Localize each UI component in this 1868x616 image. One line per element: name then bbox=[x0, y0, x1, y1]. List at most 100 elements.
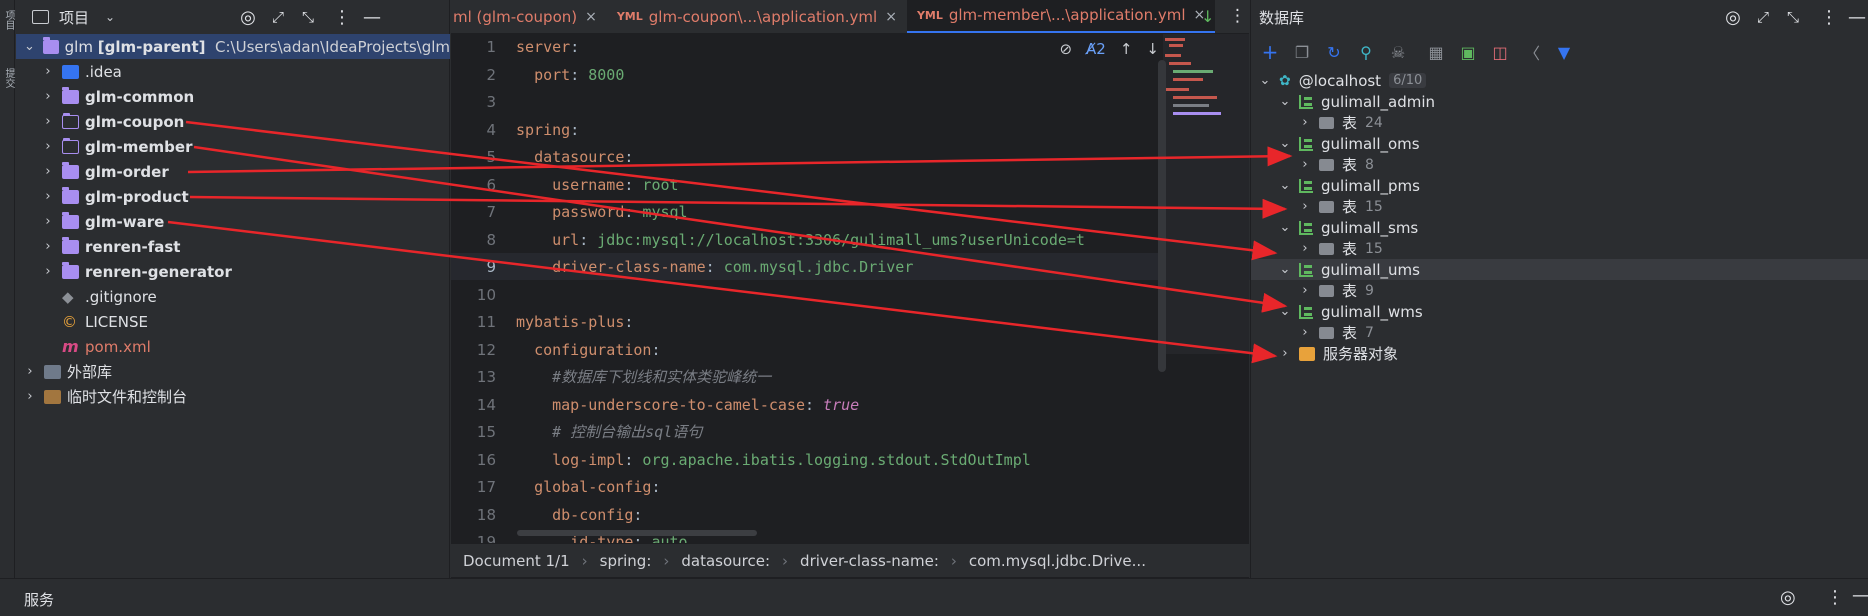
tree-item[interactable]: m pom.xml bbox=[16, 334, 450, 359]
expand-all-icon[interactable]: ⤢ bbox=[1749, 3, 1777, 31]
tree-item[interactable]: › glm-coupon bbox=[16, 109, 450, 134]
vertical-scrollbar[interactable] bbox=[1158, 60, 1166, 372]
chevron-down-icon[interactable]: ⌄ bbox=[1277, 220, 1293, 235]
chevron-down-icon[interactable]: ⌄ bbox=[1277, 262, 1293, 277]
skull-icon[interactable]: ☠ bbox=[1387, 41, 1409, 63]
more-options-icon[interactable]: ⋮ bbox=[1229, 6, 1246, 26]
chevron-right-icon[interactable]: › bbox=[40, 264, 56, 279]
chevron-right-icon[interactable]: › bbox=[40, 189, 56, 204]
chevron-right-icon[interactable]: › bbox=[1297, 199, 1313, 214]
chevron-down-icon[interactable]: ⌄ bbox=[105, 10, 115, 24]
db-schema-node[interactable]: ⌄ gulimall_wms bbox=[1251, 301, 1868, 322]
locate-target-icon[interactable]: ◎ bbox=[234, 3, 262, 31]
tree-root[interactable]: ⌄ glm [glm-parent] C:\Users\adan\IdeaPro… bbox=[16, 34, 450, 59]
minimize-icon[interactable]: — bbox=[1852, 585, 1868, 606]
db-schema-node[interactable]: ⌄ gulimall_pms bbox=[1251, 175, 1868, 196]
chevron-down-icon[interactable]: ⌄ bbox=[1277, 94, 1293, 109]
sql-file-icon[interactable]: ▣ bbox=[1457, 41, 1479, 63]
add-icon[interactable]: + bbox=[1259, 40, 1281, 64]
breadcrumb-item[interactable]: spring: bbox=[588, 552, 664, 570]
chevron-right-icon[interactable]: › bbox=[40, 214, 56, 229]
project-header-title[interactable]: 项目 bbox=[59, 7, 89, 28]
editor-tab-active[interactable]: YML glm-member\...\application.yml × bbox=[906, 0, 1216, 33]
chevron-right-icon[interactable]: › bbox=[40, 239, 56, 254]
copy-icon[interactable]: ❐ bbox=[1291, 41, 1313, 63]
db-schema-node[interactable]: ⌄ gulimall_oms bbox=[1251, 133, 1868, 154]
chevron-right-icon[interactable]: › bbox=[40, 139, 56, 154]
chevron-right-icon[interactable]: › bbox=[40, 64, 56, 79]
chevron-down-icon[interactable]: ⌄ bbox=[1277, 304, 1293, 319]
tree-item[interactable]: › renren-generator bbox=[16, 259, 450, 284]
download-arrow-icon[interactable]: ↓ bbox=[1201, 7, 1214, 26]
locate-target-icon[interactable]: ◎ bbox=[1719, 3, 1747, 31]
tree-item[interactable]: › renren-fast bbox=[16, 234, 450, 259]
db-schema-node[interactable]: ⌄ gulimall_ums bbox=[1251, 259, 1868, 280]
stripe-commit-tab[interactable]: 提交 bbox=[1, 68, 14, 88]
chevron-right-icon[interactable]: › bbox=[40, 164, 56, 179]
locate-target-icon[interactable]: ◎ bbox=[1780, 587, 1796, 608]
reader-mode-icon[interactable]: ⊘ bbox=[1059, 40, 1072, 58]
more-options-icon[interactable]: ⋮ bbox=[1815, 3, 1843, 31]
db-tables-node[interactable]: › 表 24 bbox=[1251, 112, 1868, 133]
chevron-down-icon[interactable]: ⌄ bbox=[1277, 136, 1293, 151]
more-options-icon[interactable]: ⋮ bbox=[328, 3, 356, 31]
db-tables-node[interactable]: › 表 15 bbox=[1251, 238, 1868, 259]
console-icon[interactable]: 〈 bbox=[1521, 41, 1543, 63]
tree-item[interactable]: › glm-ware bbox=[16, 209, 450, 234]
minimize-icon[interactable]: — bbox=[358, 3, 386, 31]
db-schema-node[interactable]: ⌄ gulimall_admin bbox=[1251, 91, 1868, 112]
tree-item[interactable]: › .idea bbox=[16, 59, 450, 84]
chevron-right-icon[interactable]: › bbox=[1297, 283, 1313, 298]
close-icon[interactable]: × bbox=[885, 9, 897, 25]
breadcrumb-item[interactable]: driver-class-name: bbox=[788, 552, 951, 570]
table-icon[interactable]: ▦ bbox=[1425, 41, 1447, 63]
tree-item[interactable]: ◆ .gitignore bbox=[16, 284, 450, 309]
db-tables-node[interactable]: › 表 8 bbox=[1251, 154, 1868, 175]
chevron-right-icon[interactable]: › bbox=[22, 364, 38, 379]
db-tables-node[interactable]: › 表 7 bbox=[1251, 322, 1868, 343]
breadcrumb-item[interactable]: com.mysql.jdbc.Drive... bbox=[957, 552, 1158, 570]
chevron-right-icon[interactable]: › bbox=[1297, 241, 1313, 256]
expand-all-icon[interactable]: ⤢ bbox=[264, 3, 292, 31]
close-icon[interactable]: × bbox=[585, 9, 597, 25]
chevron-down-icon[interactable]: ⌄ bbox=[1257, 73, 1273, 88]
db-tables-node[interactable]: › 表 15 bbox=[1251, 196, 1868, 217]
stripe-project-tab[interactable]: 项目 bbox=[1, 10, 14, 30]
chevron-right-icon[interactable]: › bbox=[40, 89, 56, 104]
breadcrumb-item[interactable]: datasource: bbox=[669, 552, 782, 570]
tree-item[interactable]: › glm-product bbox=[16, 184, 450, 209]
tree-item[interactable]: › glm-common bbox=[16, 84, 450, 109]
breadcrumb-item[interactable]: Document 1/1 bbox=[451, 552, 582, 570]
chevron-right-icon[interactable]: › bbox=[40, 114, 56, 129]
refresh-icon[interactable]: ↻ bbox=[1323, 41, 1345, 63]
minimize-icon[interactable]: — bbox=[1843, 3, 1868, 31]
tree-item[interactable]: › glm-member bbox=[16, 134, 450, 159]
inspection-widget[interactable]: A̸2 bbox=[1086, 40, 1106, 58]
collapse-all-icon[interactable]: ⤡ bbox=[294, 3, 322, 31]
tree-external-libs[interactable]: › 外部库 bbox=[16, 359, 450, 384]
db-schema-node[interactable]: ⌄ gulimall_sms bbox=[1251, 217, 1868, 238]
arrow-up-icon[interactable]: ↑ bbox=[1120, 40, 1133, 58]
horizontal-scrollbar[interactable] bbox=[517, 530, 757, 536]
db-host-node[interactable]: ⌄ ✿ @localhost 6/10 bbox=[1251, 70, 1868, 91]
minimap[interactable] bbox=[1163, 34, 1249, 354]
db-server-objects-node[interactable]: › 服务器对象 bbox=[1251, 343, 1868, 364]
arrow-down-icon[interactable]: ↓ bbox=[1146, 40, 1159, 58]
chevron-right-icon[interactable]: › bbox=[1297, 115, 1313, 130]
collapse-all-icon[interactable]: ⤡ bbox=[1779, 3, 1807, 31]
chevron-right-icon[interactable]: › bbox=[1297, 325, 1313, 340]
tree-item[interactable]: › glm-order bbox=[16, 159, 450, 184]
db-tables-node[interactable]: › 表 9 bbox=[1251, 280, 1868, 301]
tree-scratches[interactable]: › 临时文件和控制台 bbox=[16, 384, 450, 409]
filter-icon[interactable]: ▼ bbox=[1553, 41, 1575, 63]
chevron-right-icon[interactable]: › bbox=[1297, 157, 1313, 172]
compare-icon[interactable]: ◫ bbox=[1489, 41, 1511, 63]
chevron-right-icon[interactable]: › bbox=[22, 389, 38, 404]
editor-tab[interactable]: ml (glm-coupon) × bbox=[451, 0, 607, 33]
editor-tab[interactable]: YML glm-coupon\...\application.yml × bbox=[607, 0, 907, 33]
tree-item[interactable]: © LICENSE bbox=[16, 309, 450, 334]
more-options-icon[interactable]: ⋮ bbox=[1826, 587, 1844, 608]
chevron-down-icon[interactable]: ⌄ bbox=[22, 39, 37, 54]
chevron-right-icon[interactable]: › bbox=[1277, 346, 1293, 361]
code-area[interactable]: server: port: 8000 spring: datasource: u… bbox=[516, 34, 1085, 557]
